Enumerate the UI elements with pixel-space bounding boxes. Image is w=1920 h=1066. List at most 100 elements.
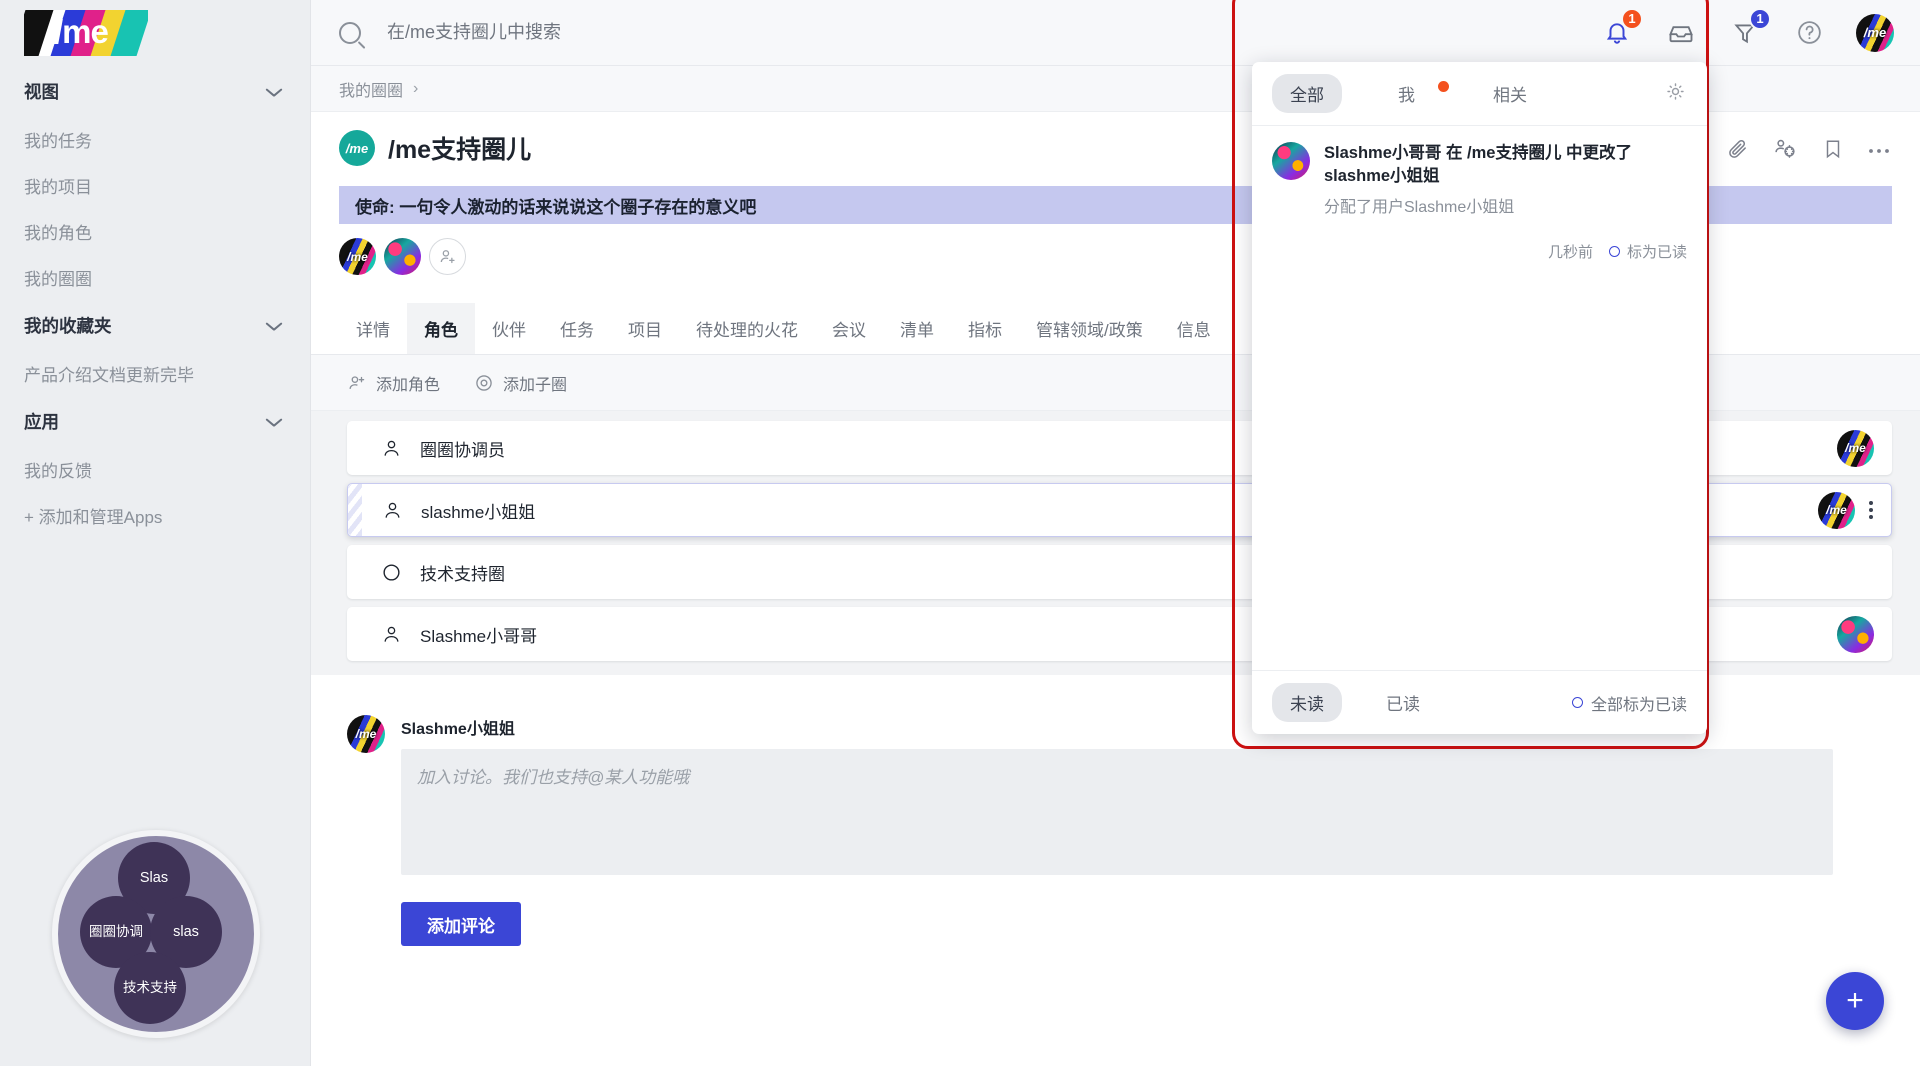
row-avatar[interactable]: /me [1818, 491, 1855, 529]
circle-structure-widget[interactable]: Slas 圈圈协调 slas 技术支持 [52, 830, 260, 1038]
tab-tensions[interactable]: 待处理的火花 [679, 303, 815, 354]
add-subcircle-button[interactable]: 添加子圈 [474, 371, 567, 395]
sidebar-item-label: 产品介绍文档更新完毕 [24, 365, 194, 385]
notification-time: 几秒前 [1547, 243, 1593, 261]
sidebar-group-label: 我的收藏夹 [24, 315, 112, 336]
sidebar-item-my-feedback[interactable]: 我的反馈 [0, 446, 310, 492]
row-avatar[interactable] [1837, 615, 1874, 653]
breadcrumb-root[interactable]: 我的圈圈 [339, 77, 403, 101]
breadcrumb-separator-icon: › [413, 79, 419, 97]
sidebar-group-views[interactable]: 视图 [0, 66, 310, 116]
gear-icon[interactable] [1664, 80, 1687, 108]
tab-info[interactable]: 信息 [1160, 303, 1228, 354]
tab-label: 会议 [832, 321, 866, 340]
bell-badge: 1 [1621, 7, 1643, 30]
sidebar-item-my-tasks[interactable]: 我的任务 [0, 116, 310, 162]
sidebar-item-manage-apps[interactable]: + 添加和管理Apps [0, 492, 310, 538]
tab-label: 待处理的火花 [696, 321, 798, 340]
person-icon [381, 438, 402, 459]
notif-tab-related[interactable]: 相关 [1475, 74, 1545, 113]
notif-tab-me[interactable]: 我 [1380, 74, 1449, 113]
sidebar-item-my-roles[interactable]: 我的角色 [0, 208, 310, 254]
circle-bubble-label: Slas [139, 869, 169, 886]
sidebar-item-label: 我的任务 [24, 131, 92, 151]
sidebar-item-label: 我的圈圈 [24, 269, 92, 289]
tab-checklists[interactable]: 清单 [883, 303, 951, 354]
circle-bubble-bottom[interactable]: 技术支持 [114, 952, 186, 1024]
tab-partners[interactable]: 伙伴 [475, 303, 543, 354]
member-avatar[interactable]: /me [339, 238, 376, 275]
notif-tab-all[interactable]: 全部 [1272, 74, 1342, 113]
circle-outline-icon [1571, 697, 1583, 708]
row-avatar[interactable]: /me [1837, 429, 1874, 467]
comment-input[interactable] [401, 749, 1833, 875]
mark-all-read-label: 全部标为已读 [1590, 696, 1687, 714]
avatar-label: /me [1845, 441, 1866, 455]
notifications-footer: 未读 已读 全部标为已读 [1252, 670, 1707, 734]
member-avatar[interactable] [384, 238, 421, 275]
notifications-bell-icon[interactable]: 1 [1600, 7, 1643, 50]
filter-unread-button[interactable]: 未读 [1272, 683, 1342, 722]
tab-meetings[interactable]: 会议 [815, 303, 883, 354]
logo-mark: /me [24, 10, 148, 56]
avatar-label: /me [1863, 25, 1887, 40]
filter-read-button[interactable]: 已读 [1368, 683, 1438, 722]
tab-projects[interactable]: 项目 [611, 303, 679, 354]
notification-title: Slashme小哥哥 在 /me支持圈儿 中更改了 slashme小姐姐 [1324, 144, 1633, 186]
tab-domains[interactable]: 管辖领域/政策 [1019, 303, 1160, 354]
add-role-label: 添加角色 [376, 376, 441, 394]
notification-item[interactable]: Slashme小哥哥 在 /me支持圈儿 中更改了 slashme小姐姐 分配了… [1252, 126, 1707, 229]
app-logo[interactable]: /me [0, 0, 310, 66]
tab-details[interactable]: 详情 [339, 303, 407, 354]
inbox-icon[interactable] [1664, 16, 1698, 50]
user-avatar[interactable]: /me [1856, 13, 1894, 52]
row-selected-stripe [348, 484, 362, 536]
sidebar-group-favorites[interactable]: 我的收藏夹 [0, 300, 310, 350]
logo-text: /me [54, 13, 109, 51]
tab-label: 项目 [628, 321, 662, 340]
tab-label: 详情 [356, 321, 390, 340]
tab-label: 角色 [424, 321, 458, 340]
circle-bubble-label: 圈圈协调 [89, 924, 143, 940]
search-input[interactable] [387, 22, 1007, 43]
top-bar: 1 1 /me [311, 0, 1920, 66]
add-role-button[interactable]: 添加角色 [347, 371, 440, 395]
sidebar-item-label: + 添加和管理Apps [24, 507, 163, 527]
tab-tasks[interactable]: 任务 [543, 303, 611, 354]
row-more-icon[interactable] [1869, 501, 1873, 519]
filter-icon[interactable]: 1 [1728, 7, 1771, 50]
sidebar-item-my-projects[interactable]: 我的项目 [0, 162, 310, 208]
notifications-list[interactable]: Slashme小哥哥 在 /me支持圈儿 中更改了 slashme小姐姐 分配了… [1252, 126, 1707, 670]
row-right: /me [1837, 429, 1892, 467]
notif-tab-label: 全部 [1290, 86, 1324, 105]
attachment-icon[interactable] [1726, 137, 1749, 165]
sidebar-group-apps[interactable]: 应用 [0, 396, 310, 446]
sidebar-item-label: 我的反馈 [24, 461, 92, 481]
chevron-down-icon [266, 87, 282, 96]
comment-body: Slashme小姐姐 添加评论 [401, 715, 1833, 946]
sidebar-group-label: 视图 [24, 81, 59, 102]
row-label: Slashme小哥哥 [420, 626, 538, 646]
tab-roles[interactable]: 角色 [407, 303, 475, 354]
chevron-down-icon [266, 417, 282, 426]
circle-title-row: /me /me支持圈儿 [339, 130, 531, 166]
notifications-panel: 全部 我 相关 Slashme小哥哥 在 /me支持圈儿 中更改了 slashm… [1252, 62, 1707, 734]
tab-metrics[interactable]: 指标 [951, 303, 1019, 354]
help-icon[interactable] [1792, 16, 1826, 50]
more-icon[interactable] [1868, 142, 1892, 160]
avatar-label: /me [1826, 503, 1847, 517]
bookmark-icon[interactable] [1822, 138, 1844, 165]
chevron-down-icon [266, 321, 282, 330]
notification-meta: 几秒前 标为已读 [1252, 229, 1707, 262]
add-member-icon[interactable] [429, 238, 466, 275]
add-subcircle-label: 添加子圈 [503, 376, 568, 394]
members-settings-icon[interactable] [1773, 136, 1798, 166]
mark-as-read-button[interactable]: 标为已读 [1608, 241, 1687, 262]
mark-all-read-button[interactable]: 全部标为已读 [1571, 691, 1687, 715]
create-fab-button[interactable]: + [1826, 972, 1884, 1030]
sidebar-item-my-circles[interactable]: 我的圈圈 [0, 254, 310, 300]
add-comment-button[interactable]: 添加评论 [401, 902, 521, 946]
search-container[interactable] [311, 21, 1600, 44]
person-icon [382, 500, 403, 521]
sidebar-item-favorite-doc[interactable]: 产品介绍文档更新完毕 [0, 350, 310, 396]
